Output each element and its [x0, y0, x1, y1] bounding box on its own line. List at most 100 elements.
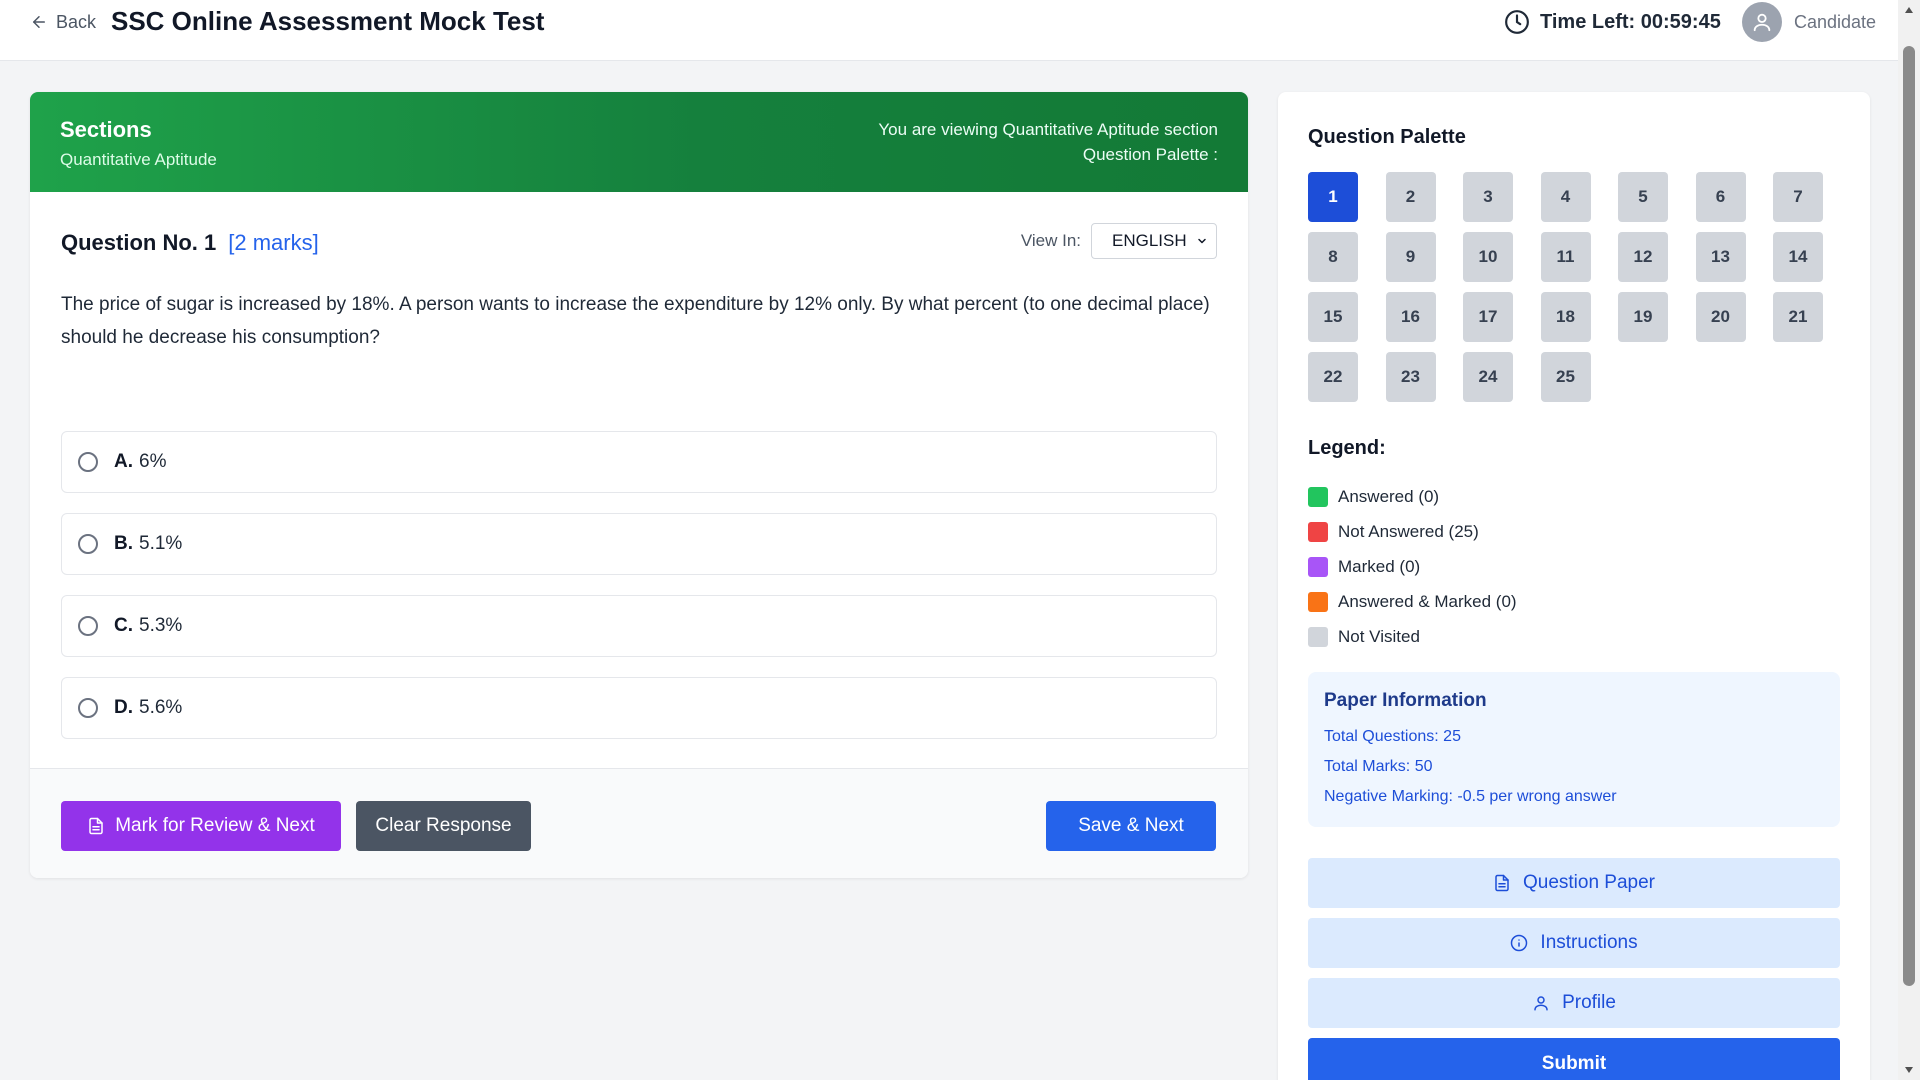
palette-question-button[interactable]: 3: [1463, 172, 1513, 222]
document-icon: [1495, 874, 1509, 892]
palette-question-button[interactable]: 14: [1773, 232, 1823, 282]
palette-question-button[interactable]: 18: [1540, 292, 1591, 342]
profile-label: Profile: [1562, 992, 1616, 1013]
palette-question-button[interactable]: 2: [1385, 172, 1436, 222]
paper-info-title: Paper Information: [1324, 690, 1487, 711]
question-card: Sections Quantitative Aptitude You are v…: [30, 92, 1248, 878]
palette-question-button[interactable]: 10: [1463, 232, 1513, 282]
palette-question-button[interactable]: 16: [1385, 292, 1436, 342]
legend-label: Not Visited: [1338, 626, 1420, 646]
clear-response-label: Clear Response: [375, 815, 512, 836]
palette-question-button[interactable]: 17: [1463, 292, 1513, 342]
language-value: ENGLISH: [1112, 231, 1187, 250]
palette-question-button[interactable]: 13: [1695, 232, 1746, 282]
palette-question-button[interactable]: 24: [1463, 352, 1513, 402]
palette-question-button[interactable]: 5: [1618, 172, 1668, 222]
profile-button[interactable]: Profile: [1308, 978, 1840, 1028]
palette-question-button[interactable]: 9: [1385, 232, 1436, 282]
palette-question-button[interactable]: 12: [1618, 232, 1668, 282]
palette-question-button[interactable]: 7: [1773, 172, 1823, 222]
instructions-label: Instructions: [1540, 932, 1638, 953]
legend-swatch: [1308, 521, 1328, 542]
avatar: [1742, 2, 1782, 42]
palette-question-button[interactable]: 25: [1540, 352, 1591, 402]
radio-button[interactable]: [78, 452, 98, 472]
legend-item-not-answered: Not Answered (25): [1308, 514, 1517, 549]
candidate-label: Candidate: [1794, 11, 1877, 32]
viewing-section-text: You are viewing Quantitative Aptitude se…: [878, 120, 1218, 139]
legend-label: Answered & Marked (0): [1338, 591, 1517, 611]
option-d[interactable]: D. 5.6%: [61, 677, 1217, 739]
radio-button[interactable]: [78, 534, 98, 554]
sections-banner: Sections Quantitative Aptitude You are v…: [30, 92, 1248, 192]
radio-button[interactable]: [78, 698, 98, 718]
mark-for-review-label: Mark for Review & Next: [115, 815, 315, 836]
back-link[interactable]: Back: [30, 10, 96, 34]
option-text: 6%: [139, 451, 167, 472]
save-next-label: Save & Next: [1078, 815, 1184, 836]
legend-item-not-visited: Not Visited: [1308, 619, 1517, 654]
legend-list: Answered (0) Not Answered (25) Marked (0…: [1308, 479, 1517, 654]
document-icon: [89, 817, 103, 835]
chevron-down-icon: [1198, 238, 1206, 244]
back-label: Back: [56, 11, 97, 32]
save-next-button[interactable]: Save & Next: [1046, 801, 1216, 851]
submit-label: Submit: [1541, 1053, 1607, 1074]
palette-question-button[interactable]: 1: [1308, 172, 1358, 222]
legend-item-answered: Answered (0): [1308, 479, 1517, 514]
page-title: SSC Online Assessment Mock Test: [111, 6, 545, 36]
option-letter: D.: [114, 697, 133, 718]
palette-caption: Question Palette :: [1082, 145, 1218, 164]
arrow-left-icon: [33, 16, 45, 28]
palette-question-button[interactable]: 6: [1695, 172, 1746, 222]
option-b[interactable]: B. 5.1%: [61, 513, 1217, 575]
palette-question-button[interactable]: 4: [1540, 172, 1591, 222]
clear-response-button[interactable]: Clear Response: [356, 801, 531, 851]
legend-label: Marked (0): [1338, 556, 1421, 576]
mark-for-review-button[interactable]: Mark for Review & Next: [61, 801, 341, 851]
view-in-label: View In:: [1020, 231, 1081, 250]
palette-question-button[interactable]: 22: [1308, 352, 1358, 402]
instructions-button[interactable]: Instructions: [1308, 918, 1840, 968]
palette-title: Question Palette: [1308, 126, 1466, 148]
current-section: Quantitative Aptitude: [60, 150, 217, 169]
view-in-control: View In: ENGLISH: [1021, 223, 1217, 259]
candidate-profile[interactable]: Candidate: [1742, 2, 1876, 42]
palette-question-button[interactable]: 21: [1773, 292, 1823, 342]
legend-swatch: [1308, 486, 1328, 507]
scrollbar-thumb[interactable]: [1903, 46, 1915, 986]
legend-item-marked: Marked (0): [1308, 549, 1517, 584]
clock-icon: [1505, 10, 1529, 34]
radio-button[interactable]: [78, 616, 98, 636]
option-text: 5.6%: [139, 697, 183, 718]
legend-title: Legend:: [1308, 437, 1386, 459]
user-icon: [1753, 13, 1771, 32]
page-scrollbar[interactable]: [1898, 0, 1920, 1080]
total-marks: Total Marks: 50: [1324, 758, 1433, 775]
palette-question-button[interactable]: 19: [1618, 292, 1668, 342]
palette-question-button[interactable]: 8: [1308, 232, 1358, 282]
legend-swatch: [1308, 591, 1328, 612]
negative-marking: Negative Marking: -0.5 per wrong answer: [1324, 788, 1617, 805]
scroll-up-arrow-icon[interactable]: [1898, 0, 1920, 20]
option-letter: C.: [114, 615, 133, 636]
option-a[interactable]: A. 6%: [61, 431, 1217, 493]
question-palette-grid: 1 2 3 4 5 6 7 8 9 10 11 12 13 14 15 16 17 18 19 20 21 22 23 24 2…: [1308, 172, 1838, 402]
option-c[interactable]: C. 5.3%: [61, 595, 1217, 657]
palette-question-button[interactable]: 11: [1540, 232, 1591, 282]
question-text: The price of sugar is increased by 18%. …: [61, 294, 1210, 348]
option-text: 5.1%: [139, 533, 183, 554]
question-paper-button[interactable]: Question Paper: [1308, 858, 1840, 908]
side-panel: Question Palette 1 2 3 4 5 6 7 8 9 10 11 12 13 14 15 16…: [1278, 92, 1870, 1080]
palette-question-button[interactable]: 23: [1385, 352, 1436, 402]
language-select[interactable]: ENGLISH: [1091, 223, 1217, 259]
option-letter: B.: [114, 533, 133, 554]
legend-label: Answered (0): [1338, 486, 1440, 506]
scroll-down-arrow-icon[interactable]: [1898, 1060, 1920, 1080]
info-icon: [1511, 934, 1528, 952]
palette-question-button[interactable]: 20: [1695, 292, 1746, 342]
top-header: Back SSC Online Assessment Mock Test Tim…: [0, 0, 1898, 61]
option-letter: A.: [114, 451, 133, 472]
palette-question-button[interactable]: 15: [1308, 292, 1358, 342]
submit-button[interactable]: Submit: [1308, 1038, 1840, 1080]
